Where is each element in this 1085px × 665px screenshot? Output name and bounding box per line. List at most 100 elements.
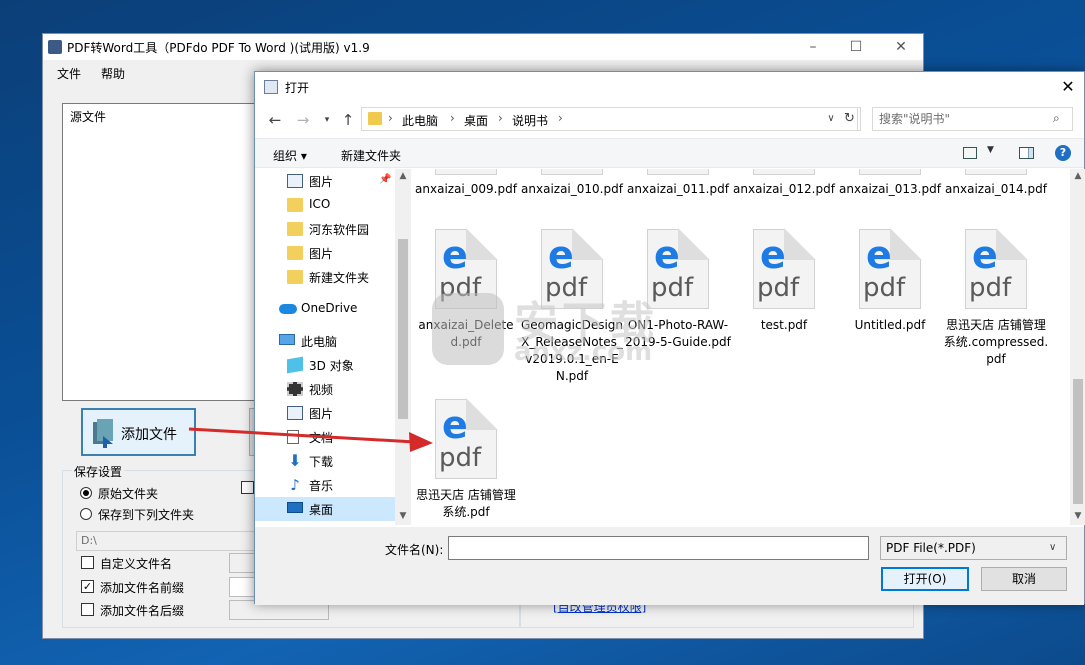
desktop-icon (287, 502, 303, 513)
breadcrumb-this-pc[interactable]: 此电脑 (402, 112, 438, 129)
nav-item[interactable]: 新建文件夹 (255, 265, 395, 289)
breadcrumb-separator-icon: › (388, 111, 393, 125)
radio-custom-folder[interactable] (80, 508, 92, 520)
maximize-icon[interactable]: ☐ (846, 38, 866, 56)
search-box[interactable]: ⌕ (872, 107, 1073, 131)
filetype-select[interactable]: PDF File(*.PDF) ∨ (880, 536, 1067, 560)
nav-item-label: 音乐 (309, 479, 334, 493)
custom-name-label: 自定义文件名 (100, 557, 173, 571)
change-view-icon[interactable] (963, 147, 977, 159)
this-pc-icon (279, 334, 295, 345)
pdf-file-icon (647, 169, 709, 175)
dialog-app-icon (264, 80, 278, 94)
navigation-scrollbar[interactable]: ▲ ▼ (395, 169, 411, 525)
pdf-file-icon: e pdf (965, 228, 1028, 309)
nav-item[interactable]: ♪ 音乐 (255, 473, 395, 497)
scrollbar-thumb[interactable] (398, 239, 408, 419)
back-arrow-icon[interactable]: ← (264, 109, 286, 131)
file-item[interactable]: anxaizai_012.pdf (731, 181, 837, 198)
file-item[interactable]: anxaizai_013.pdf (837, 181, 943, 198)
filetype-dropdown-icon: ∨ (1049, 542, 1057, 553)
folder-icon (287, 198, 303, 212)
file-item[interactable]: e pdf anxaizai_Deleted.pdf (413, 228, 519, 351)
minimize-icon[interactable]: – (803, 38, 823, 56)
pictures-icon (287, 174, 303, 188)
address-dropdown-icon[interactable]: ∨ (822, 109, 840, 129)
prefix-checkbox[interactable]: ✓ (81, 580, 94, 593)
nav-item[interactable]: OneDrive (255, 297, 395, 321)
view-options-chevron-icon[interactable]: ▼ (987, 145, 994, 155)
address-bar[interactable]: › 此电脑 › 桌面 › 说明书 › ∨ (361, 107, 858, 131)
close-icon[interactable]: ✕ (891, 38, 911, 56)
new-folder-button[interactable]: 新建文件夹 (341, 147, 401, 164)
nav-item[interactable]: 此电脑 (255, 329, 395, 353)
menu-help[interactable]: 帮助 (101, 65, 125, 82)
refresh-icon[interactable]: ↻ (839, 107, 861, 131)
file-item[interactable]: e pdf Untitled.pdf (837, 228, 943, 334)
file-item[interactable]: e pdf test.pdf (731, 228, 837, 334)
scroll-down-icon[interactable]: ▼ (1070, 511, 1085, 521)
scroll-up-icon[interactable]: ▲ (395, 171, 411, 181)
prefix-label: 添加文件名前缀 (100, 581, 185, 595)
search-input[interactable] (879, 111, 1049, 127)
file-item[interactable]: anxaizai_009.pdf (413, 181, 519, 198)
nav-item[interactable]: 河东软件园 (255, 217, 395, 241)
open-file-dialog: 打开 ✕ ← → ▾ ↑ › 此电脑 › 桌面 › 说明书 › ∨ ↻ ⌕ 组织… (254, 71, 1085, 605)
nav-item[interactable]: 3D 对象 (255, 353, 395, 377)
suffix-label: 添加文件名后缀 (100, 604, 185, 618)
folder-icon (287, 270, 303, 284)
menu-file[interactable]: 文件 (57, 65, 81, 82)
breadcrumb-desktop[interactable]: 桌面 (464, 112, 488, 129)
pin-icon[interactable]: 📌 (379, 174, 391, 185)
cancel-button[interactable]: 取消 (981, 567, 1067, 591)
nav-item[interactable]: 视频 (255, 377, 395, 401)
organize-menu[interactable]: 组织 ▾ (273, 147, 307, 164)
scrollbar-thumb[interactable] (1073, 379, 1083, 504)
up-arrow-icon[interactable]: ↑ (337, 109, 359, 131)
forward-arrow-icon[interactable]: → (292, 109, 314, 131)
nav-item[interactable]: 图片 (255, 169, 395, 193)
app-titlebar: PDF转Word工具（PDFdo PDF To Word )(试用版) v1.9… (43, 34, 923, 60)
file-item[interactable]: e pdf ON1-Photo-RAW-2019-5-Guide.pdf (625, 228, 731, 351)
pdf-file-icon (541, 169, 603, 175)
filename-input[interactable] (448, 536, 869, 560)
breadcrumb-separator-icon: › (498, 111, 503, 125)
file-item[interactable]: e pdf GeomagicDesignX_ReleaseNotes_v2019.0… (519, 228, 625, 385)
nav-item[interactable]: ICO (255, 193, 395, 217)
file-item[interactable]: e pdf 思迅天店 店铺管理系统.compressed.pdf (943, 228, 1049, 368)
breadcrumb-manual[interactable]: 说明书 (512, 112, 548, 129)
help-icon[interactable]: ? (1055, 145, 1071, 161)
folder-icon (368, 112, 382, 125)
suffix-checkbox[interactable] (81, 603, 94, 616)
preview-pane-icon[interactable] (1019, 147, 1034, 159)
open-button[interactable]: 打开(O) (881, 567, 969, 591)
nav-item[interactable]: 图片 (255, 241, 395, 265)
option-checkbox[interactable] (241, 481, 254, 494)
file-name: GeomagicDesignX_ReleaseNotes_v2019.0.1_e… (520, 318, 624, 383)
nav-item[interactable]: 桌面 (255, 497, 395, 521)
file-item[interactable]: anxaizai_014.pdf (943, 181, 1049, 198)
output-folder-path[interactable]: D:\ (76, 531, 266, 551)
nav-item-label: 桌面 (309, 503, 334, 517)
pdf-file-icon: e pdf (435, 398, 498, 479)
scroll-up-icon[interactable]: ▲ (1070, 171, 1085, 181)
file-name: anxaizai_Deleted.pdf (418, 318, 514, 349)
scroll-down-icon[interactable]: ▼ (395, 511, 411, 521)
music-icon: ♪ (290, 476, 300, 494)
onedrive-icon (279, 304, 297, 314)
custom-name-checkbox[interactable] (81, 556, 94, 569)
add-file-button[interactable]: 添加文件 (81, 408, 196, 456)
file-name: anxaizai_010.pdf (521, 182, 623, 196)
file-list-scrollbar[interactable]: ▲ ▼ (1070, 169, 1085, 525)
navigation-pane: 图片ICO河东软件园图片新建文件夹OneDrive此电脑3D 对象视频图片文档⬇… (255, 169, 411, 525)
file-item[interactable]: anxaizai_010.pdf (519, 181, 625, 198)
nav-item-label: 新建文件夹 (309, 271, 370, 285)
source-file-list[interactable]: 源文件 (62, 103, 282, 401)
file-name: anxaizai_014.pdf (945, 182, 1047, 196)
recent-locations-chevron-icon[interactable]: ▾ (316, 109, 338, 131)
search-icon[interactable]: ⌕ (1053, 111, 1060, 126)
radio-original-folder[interactable] (80, 487, 92, 499)
dialog-close-icon[interactable]: ✕ (1055, 76, 1081, 98)
file-item[interactable]: anxaizai_011.pdf (625, 181, 731, 198)
pdf-file-icon (435, 169, 497, 175)
